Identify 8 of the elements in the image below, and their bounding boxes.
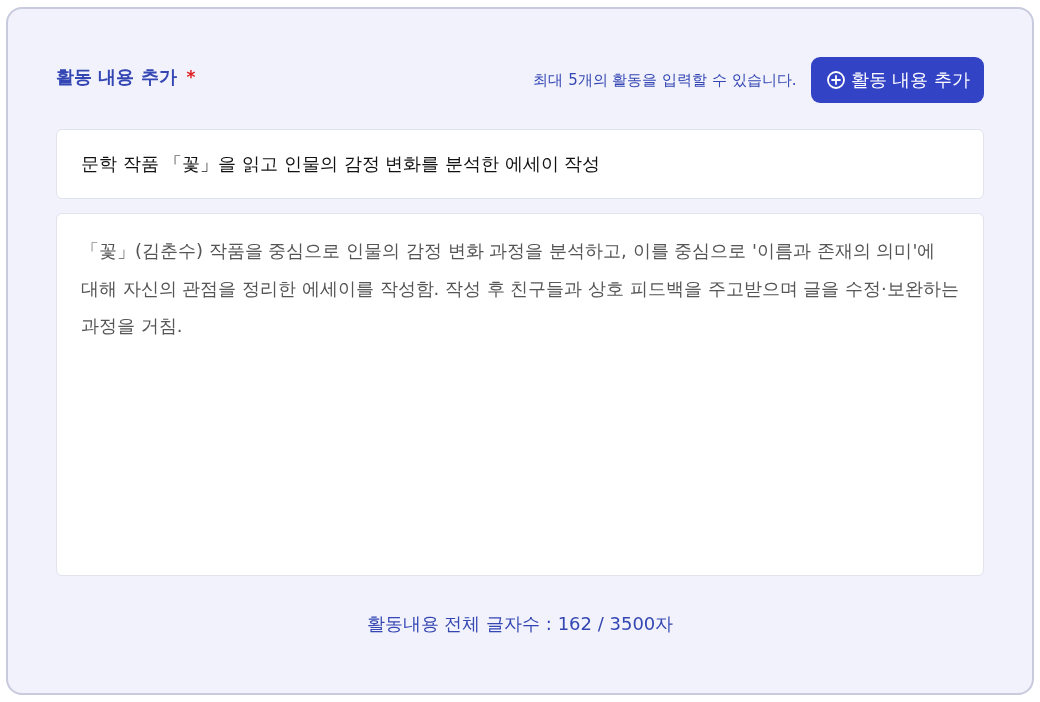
character-counter: 활동내용 전체 글자수 : 162 / 3500자 <box>366 612 674 636</box>
required-mark: * <box>186 67 196 87</box>
activity-description-textarea[interactable]: 「꽃」(김춘수) 작품을 중심으로 인물의 감정 변화 과정을 분석하고, 이를 중심으로 '이름과 존재의 의미'에 대해 자신의 관점을 정리한 에세이를 작성함. 작성 후 친구들과 상호 피드백을 주고받으며 글을 수정·보완하는 과정을 거침. <box>56 213 984 576</box>
add-activity-button[interactable]: 활동 내용 추가 <box>810 57 984 103</box>
plus-circle-icon <box>826 71 845 89</box>
activity-title-input[interactable]: 문학 작품 「꽃」을 읽고 인물의 감정 변화를 분석한 에세이 작성 <box>56 129 984 199</box>
section-title: 활동 내용 추가 <box>56 65 177 89</box>
limit-hint: 최대 5개의 활동을 입력할 수 있습니다. <box>533 70 797 90</box>
